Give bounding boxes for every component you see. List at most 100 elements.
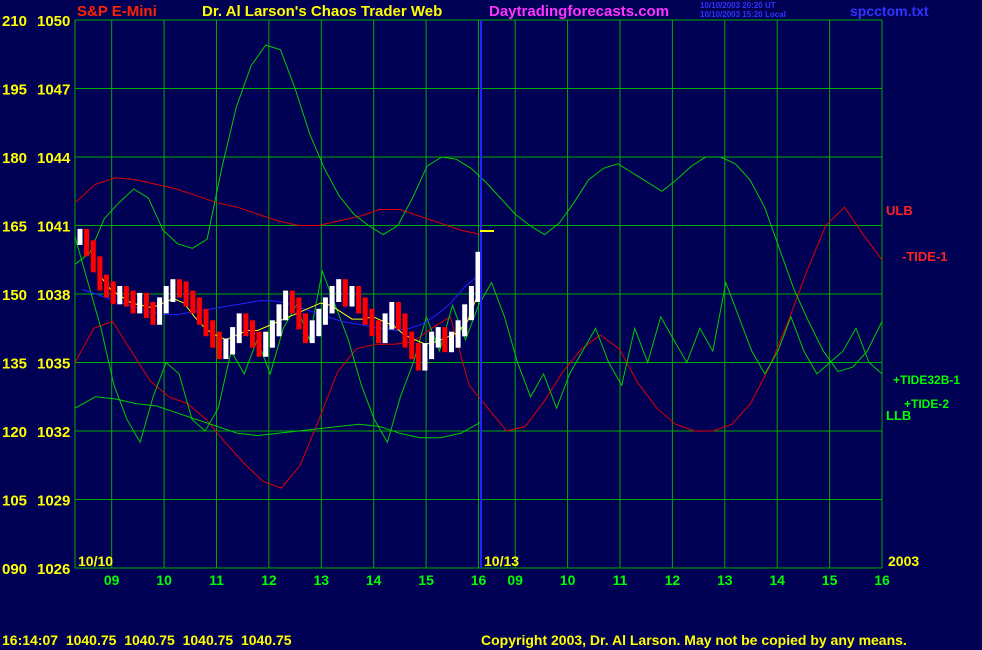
price-bar [203,308,209,337]
price-bar [90,240,96,273]
y-right-tick-label: 1044 [37,150,71,167]
y-right-tick-label: 1041 [37,219,70,236]
site-link[interactable]: Daytradingforecasts.com [489,3,669,20]
y-right-tick-label: 1050 [37,13,70,30]
price-bar [342,279,348,307]
price-bar [382,313,388,344]
x-tick-label: 16 [874,572,890,588]
price-bar [263,331,269,357]
label-ulb: ULB [886,203,913,218]
y-right-tick-label: 1035 [37,356,70,373]
price-bar [296,297,302,330]
price-bar [283,290,289,321]
price-bar [289,290,295,314]
label-llb: LLB [886,408,911,423]
price-bar [84,228,90,257]
price-bar [362,297,368,325]
symbol-title: S&P E-Mini [77,3,157,20]
price-bar [269,320,275,348]
price-bar [389,302,395,330]
price-bar [97,256,103,291]
price-bar [349,286,355,307]
y-right-tick-label: 1038 [37,287,70,304]
x-tick-label: 15 [822,572,838,588]
timestamp-ut: 10/10/2003 20:20 UT [700,1,776,10]
y-right-tick-label: 1026 [37,561,70,578]
price-bar [395,302,401,330]
y-left-tick-label: 195 [2,82,27,99]
price-bar [77,228,83,245]
price-bar [150,302,156,325]
price-bar [216,331,222,360]
y-right-tick-label: 1029 [37,493,70,510]
day-label-2: 10/13 [484,553,519,569]
price-bar [276,304,282,337]
price-bar [123,286,129,307]
price-bar [435,327,441,348]
x-tick-label: 10 [560,572,576,588]
price-bar [117,286,123,305]
price-bar [183,281,189,307]
price-bar [110,281,116,305]
y-left-tick-label: 210 [2,13,27,30]
price-bar [322,297,328,325]
price-bar [462,304,468,337]
y-left-tick-label: 105 [2,493,27,510]
price-bar [429,331,435,360]
y-left-tick-label: 150 [2,287,27,304]
price-bar [196,297,202,325]
copyright-notice: Copyright 2003, Dr. Al Larson. May not b… [481,632,907,648]
price-bar [409,331,415,360]
price-bar [316,308,322,337]
x-tick-label: 14 [769,572,785,588]
quote-readout: 16:14:07 1040.75 1040.75 1040.75 1040.75 [2,632,292,648]
price-bar [422,343,428,371]
y-left-tick-label: 135 [2,356,27,373]
price-bar [223,338,229,359]
x-tick-label: 12 [665,572,681,588]
price-bar [303,313,308,344]
price-bar [415,343,421,371]
price-bar [475,251,481,302]
y-left-tick-label: 120 [2,424,27,441]
x-tick-label: 13 [717,572,733,588]
price-bar [236,313,242,344]
price-bar [143,292,149,318]
price-bar [468,286,474,321]
y-right-tick-label: 1047 [37,82,70,99]
chart-title: Dr. Al Larson's Chaos Trader Web [202,3,442,20]
y-left-tick-label: 090 [2,561,27,578]
x-tick-label: 11 [613,572,628,588]
price-bar [137,292,143,314]
timestamp-local: 10/10/2003 15:20 Local [700,10,786,19]
label-tide32b-1: +TIDE32B-1 [893,373,960,387]
chart-canvas: S&P E-Mini Dr. Al Larson's Chaos Trader … [0,0,982,650]
price-bar [369,308,375,337]
price-bar [230,327,236,355]
price-bar [170,279,176,302]
price-bar [356,286,362,314]
x-tick-label: 09 [104,572,120,588]
price-bar [177,279,182,298]
y-right-tick-label: 1032 [37,424,70,441]
price-bar [130,290,136,314]
y-axis-labels: 210 1050 195 1047 180 1044 165 1041 150 1038 135 10… [2,13,71,578]
x-tick-label: 15 [418,572,434,588]
x-tick-label: 12 [261,572,277,588]
price-bar [309,320,315,344]
price-bar [442,327,448,353]
x-tick-label: 14 [366,572,382,588]
price-bar [329,286,335,314]
year-label: 2003 [888,553,919,569]
price-bar [449,331,454,353]
label-tide-1: -TIDE-1 [902,249,948,264]
x-tick-label: 13 [314,572,330,588]
day-label-1: 10/10 [78,553,113,569]
price-bar [190,290,196,314]
price-bar [104,274,109,298]
price-bar [210,320,216,348]
price-bar [157,297,163,325]
price-bar [455,320,461,348]
x-tick-label: 11 [209,572,224,588]
price-bar [336,279,342,302]
